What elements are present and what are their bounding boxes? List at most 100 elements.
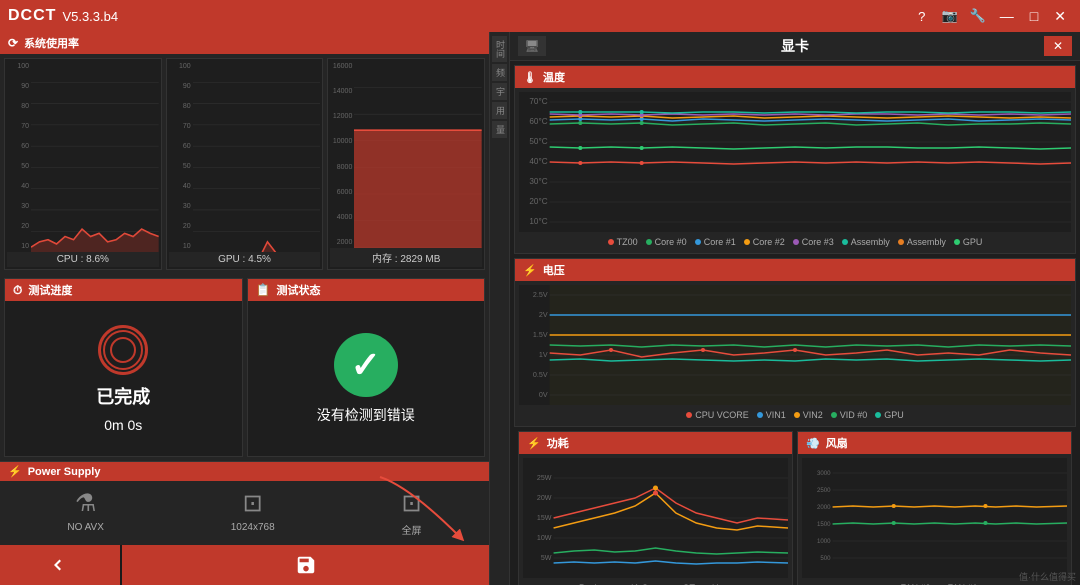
right-panel-close[interactable]: ✕ xyxy=(1044,36,1072,56)
settings-icon[interactable]: 🔧 xyxy=(966,4,990,28)
logo: DCCT V5.3.3.b4 xyxy=(8,7,118,25)
legend-vin1: VIN1 xyxy=(757,410,786,420)
legend-cpu-vcore: CPU VCORE xyxy=(686,410,749,420)
test-progress-box: ⏱ 测试进度 已完成 0m 0s xyxy=(4,278,243,457)
back-button[interactable] xyxy=(0,545,120,585)
logo-text: DCCT xyxy=(8,7,56,25)
main-area: ⟳ 系统使用率 100 90 80 70 60 50 40 xyxy=(0,32,1080,585)
svg-text:25W: 25W xyxy=(537,475,552,482)
mem-chart: 16000 14000 12000 10000 8000 6000 4000 2… xyxy=(327,58,485,270)
voltage-legend: CPU VCORE VIN1 VIN2 xyxy=(519,408,1071,422)
test-sections: ⏱ 测试进度 已完成 0m 0s 📋 测试状态 ✓ xyxy=(0,274,489,461)
power-supply-section: ⚡ Power Supply ⚗ NO AVX ⊡ 1024x768 ⊡ 全屏 xyxy=(0,461,489,545)
svg-text:500: 500 xyxy=(820,556,831,562)
ps-item-resolution[interactable]: ⊡ 1024x768 xyxy=(231,489,275,537)
test-status-header: 📋 测试状态 xyxy=(248,279,485,301)
svg-text:50°C: 50°C xyxy=(529,137,547,146)
save-icon xyxy=(295,554,317,576)
legend-gpu-volt: GPU xyxy=(875,410,904,420)
gpu-chart-svg xyxy=(193,61,321,252)
temp-icon: 🌡 xyxy=(523,71,537,84)
version-text: V5.3.3.b4 xyxy=(62,9,118,24)
help-icon[interactable]: ? xyxy=(910,4,934,28)
legend-vin2: VIN2 xyxy=(794,410,823,420)
svg-text:60°C: 60°C xyxy=(529,117,547,126)
camera-icon[interactable]: 📷 xyxy=(938,4,962,28)
legend-tz00: TZ00 xyxy=(608,237,638,247)
cpu-y-axis: 100 90 80 70 60 50 40 30 20 10 xyxy=(7,61,31,252)
svg-text:20W: 20W xyxy=(537,495,552,502)
mem-chart-svg xyxy=(354,61,482,248)
temperature-chart-svg: 70°C 60°C 50°C 40°C 30°C 20°C 10°C xyxy=(519,92,1071,232)
mem-label: 内存 : 2829 MB xyxy=(330,248,482,267)
legend-core3: Core #3 xyxy=(793,237,834,247)
maximize-button[interactable]: □ xyxy=(1024,6,1044,26)
svg-text:70°C: 70°C xyxy=(529,97,547,106)
temperature-label: 温度 xyxy=(543,69,565,85)
right-main: 🖥 显卡 ✕ 🌡 温度 xyxy=(510,32,1080,585)
mem-y-axis: 16000 14000 12000 10000 8000 6000 4000 2… xyxy=(330,61,354,248)
sidebar-tab-2[interactable]: 宇 xyxy=(492,83,507,100)
right-panel-title: 显卡 xyxy=(546,36,1044,56)
checkmark-icon: ✓ xyxy=(351,344,381,386)
legend-gpu-temp: GPU xyxy=(954,237,983,247)
legend-core0: Core #0 xyxy=(646,237,687,247)
sidebar-tab-1[interactable]: 频 xyxy=(492,64,507,81)
svg-text:1000: 1000 xyxy=(817,539,831,545)
sidebar-tab-0[interactable]: 时间 xyxy=(492,36,507,62)
fan-label: 风扇 xyxy=(826,435,848,451)
legend-core2: Core #2 xyxy=(744,237,785,247)
right-charts: 🌡 温度 xyxy=(510,61,1080,585)
bottom-right-charts: ⚡ 功耗 25W 20 xyxy=(514,431,1076,585)
sidebar-tab-4[interactable]: 量 xyxy=(492,121,507,138)
power-supply-content: ⚗ NO AVX ⊡ 1024x768 ⊡ 全屏 xyxy=(0,481,489,545)
legend-dot-tz00 xyxy=(608,239,614,245)
minimize-button[interactable]: — xyxy=(994,6,1020,26)
test-status-box: 📋 测试状态 ✓ 没有检测到错误 xyxy=(247,278,486,457)
success-indicator: ✓ xyxy=(334,333,398,397)
display-icon[interactable]: 🖥 xyxy=(518,36,546,56)
ps-item-label-1: 1024x768 xyxy=(231,522,275,533)
temperature-legend: TZ00 Core #0 Core #1 xyxy=(519,235,1071,249)
power-supply-label: Power Supply xyxy=(28,466,101,478)
fan-header: 💨 风扇 xyxy=(798,432,1071,454)
sys-usage-label: 系统使用率 xyxy=(24,35,79,51)
svg-text:3000: 3000 xyxy=(817,471,831,477)
flask-icon: ⚗ xyxy=(75,489,97,518)
power-header: ⚡ 功耗 xyxy=(519,432,792,454)
voltage-label: 电压 xyxy=(543,262,565,278)
close-button[interactable]: ✕ xyxy=(1048,6,1072,27)
right-sidebar: 时间 频 宇 用 量 xyxy=(490,32,510,585)
no-error-text: 没有检测到错误 xyxy=(317,405,415,425)
svg-text:1V: 1V xyxy=(539,352,548,359)
power-label: 功耗 xyxy=(547,435,569,451)
sys-usage-section: ⟳ 系统使用率 100 90 80 70 60 50 40 xyxy=(0,32,489,274)
power-chart-icon: ⚡ xyxy=(527,437,541,450)
legend-assembly1: Assembly xyxy=(842,237,890,247)
cpu-chart: 100 90 80 70 60 50 40 30 20 10 xyxy=(4,58,162,270)
temperature-header: 🌡 温度 xyxy=(515,66,1075,88)
ps-item-fullscreen[interactable]: ⊡ 全屏 xyxy=(401,489,421,537)
sidebar-tab-3[interactable]: 用 xyxy=(492,102,507,119)
svg-text:40°C: 40°C xyxy=(529,157,547,166)
svg-text:2V: 2V xyxy=(539,312,548,319)
svg-text:1500: 1500 xyxy=(817,522,831,528)
svg-text:2.5V: 2.5V xyxy=(533,292,548,299)
fan-chart-svg: 3000 2500 2000 1500 1000 500 xyxy=(802,458,1067,578)
charts-row: 100 90 80 70 60 50 40 30 20 10 xyxy=(0,54,489,274)
right-panel: 时间 频 宇 用 量 🖥 显卡 ✕ 🌡 温度 xyxy=(490,32,1080,585)
gpu-chart-area: 100 90 80 70 60 50 40 30 20 10 xyxy=(169,61,321,252)
legend-assembly2: Assembly xyxy=(898,237,946,247)
voltage-chart-svg: 2.5V 2V 1.5V 1V 0.5V 0V xyxy=(519,285,1071,405)
test-status-label: 测试状态 xyxy=(276,282,320,298)
fan-section: 💨 风扇 3000 xyxy=(797,431,1072,585)
ps-item-no-avx[interactable]: ⚗ NO AVX xyxy=(67,489,104,537)
ps-item-label-2: 全屏 xyxy=(402,522,422,537)
temperature-chart-body: 70°C 60°C 50°C 40°C 30°C 20°C 10°C xyxy=(515,88,1075,253)
clipboard-icon: 📋 xyxy=(256,283,271,297)
save-button[interactable] xyxy=(122,545,489,585)
right-panel-header: 🖥 显卡 ✕ xyxy=(510,32,1080,61)
temperature-section: 🌡 温度 xyxy=(514,65,1076,254)
power-chart-body: 25W 20W 15W 10W 5W xyxy=(519,454,792,585)
test-time: 0m 0s xyxy=(104,417,142,433)
